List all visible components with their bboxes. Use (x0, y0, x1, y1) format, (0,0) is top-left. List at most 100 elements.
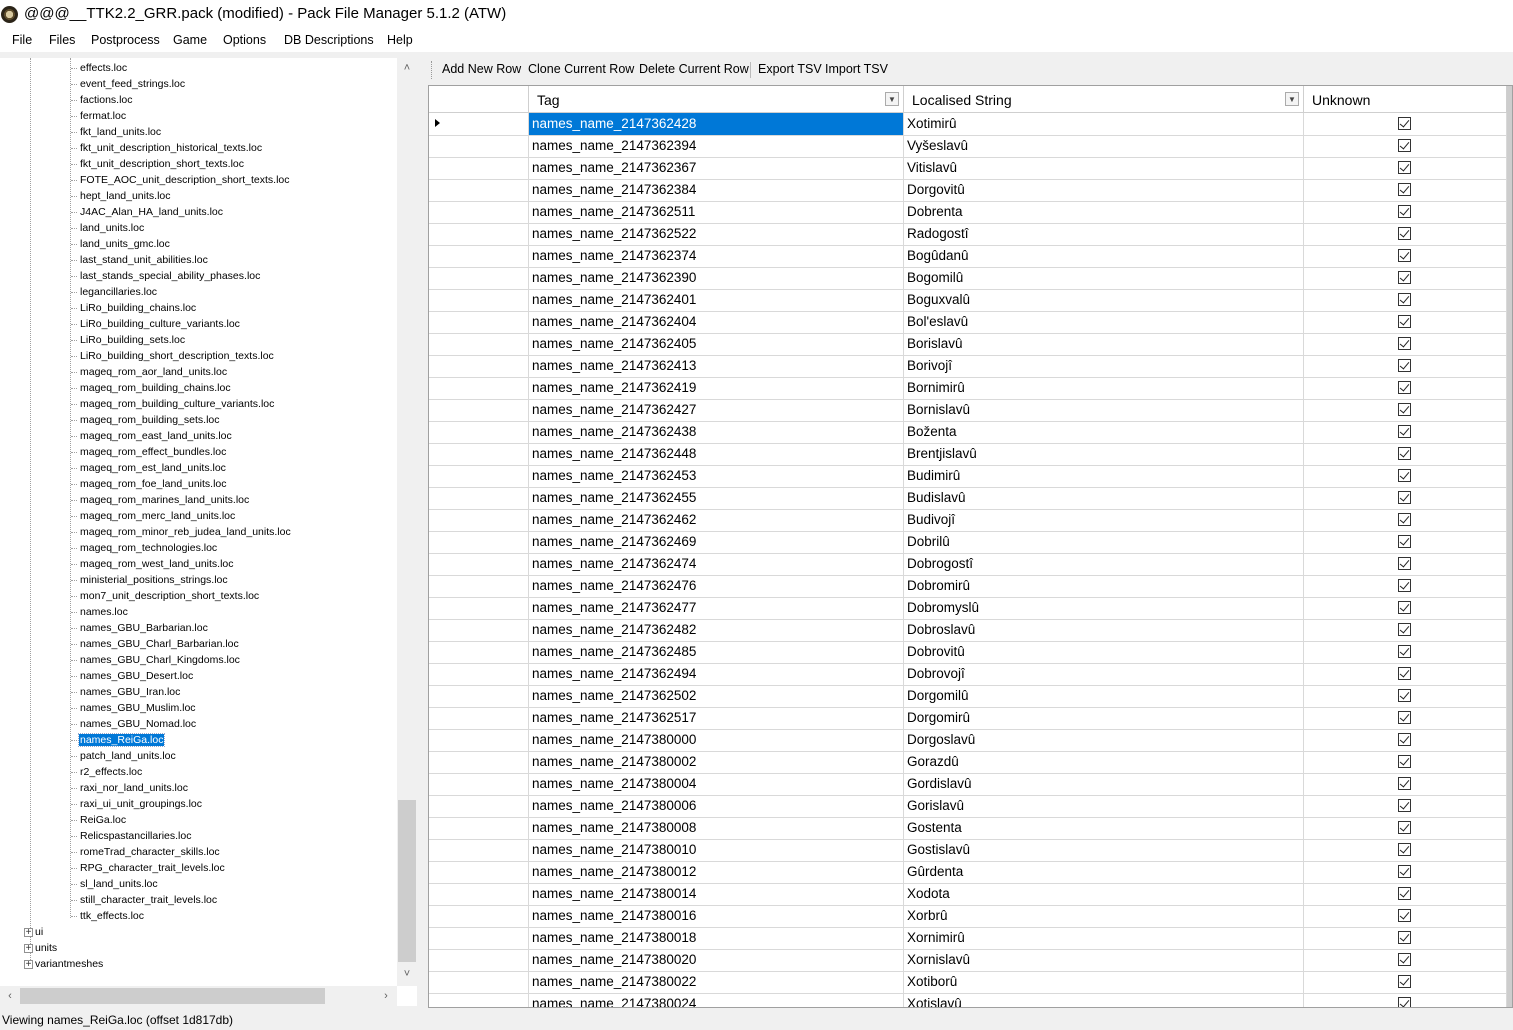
tree-file-item[interactable]: names_GBU_Nomad.loc (71, 716, 197, 732)
table-row[interactable]: names_name_2147362419 Bornimirû (429, 377, 1507, 400)
row-header[interactable] (429, 905, 529, 927)
tag-cell[interactable]: names_name_2147362401 (529, 289, 904, 311)
unknown-checkbox[interactable] (1398, 711, 1411, 724)
tree-file-item[interactable]: fkt_unit_description_historical_texts.lo… (71, 140, 263, 156)
row-header[interactable] (429, 421, 529, 443)
row-header[interactable] (429, 685, 529, 707)
localised-string-cell[interactable]: Gorazdû (904, 751, 1304, 773)
row-header-corner[interactable] (429, 86, 529, 112)
unknown-checkbox[interactable] (1398, 139, 1411, 152)
table-row[interactable]: names_name_2147362367 Vitislavû (429, 157, 1507, 180)
localised-string-cell[interactable]: Budivojî (904, 509, 1304, 531)
localised-string-cell[interactable]: Gostenta (904, 817, 1304, 839)
tree-file-item[interactable]: mageq_rom_est_land_units.loc (71, 460, 227, 476)
table-row[interactable]: names_name_2147362427 Bornislavû (429, 399, 1507, 422)
tree-file-item[interactable]: r2_effects.loc (71, 764, 143, 780)
tree-file-item[interactable]: Relicspastancillaries.loc (71, 828, 192, 844)
unknown-checkbox[interactable] (1398, 447, 1411, 460)
row-header[interactable] (429, 311, 529, 333)
table-row[interactable]: names_name_2147362390 Bogomilû (429, 267, 1507, 290)
unknown-cell[interactable] (1304, 179, 1507, 201)
localised-string-cell[interactable]: Brentjislavû (904, 443, 1304, 465)
row-header[interactable] (429, 861, 529, 883)
unknown-checkbox[interactable] (1398, 403, 1411, 416)
row-header[interactable] (429, 201, 529, 223)
unknown-cell[interactable] (1304, 993, 1507, 1007)
table-row[interactable]: names_name_2147380018 Xornimirû (429, 927, 1507, 950)
localised-string-cell[interactable]: Dobromirû (904, 575, 1304, 597)
table-row[interactable]: names_name_2147380020 Xornislavû (429, 949, 1507, 972)
tree-file-item[interactable]: last_stands_special_ability_phases.loc (71, 268, 261, 284)
tree-file-item[interactable]: mageq_rom_building_sets.loc (71, 412, 221, 428)
tree-file-item[interactable]: mageq_rom_west_land_units.loc (71, 556, 235, 572)
tree-file-item[interactable]: ReiGa.loc (71, 812, 127, 828)
tag-cell[interactable]: names_name_2147362374 (529, 245, 904, 267)
table-row[interactable]: names_name_2147362494 Dobrovojî (429, 663, 1507, 686)
tag-cell[interactable]: names_name_2147380002 (529, 751, 904, 773)
localised-string-cell[interactable]: Dobrenta (904, 201, 1304, 223)
unknown-cell[interactable] (1304, 553, 1507, 575)
tree-file-item[interactable]: effects.loc (71, 60, 128, 76)
unknown-cell[interactable] (1304, 421, 1507, 443)
unknown-checkbox[interactable] (1398, 799, 1411, 812)
tree-file-item[interactable]: fkt_unit_description_short_texts.loc (71, 156, 245, 172)
tree-file-item[interactable]: still_character_trait_levels.loc (71, 892, 218, 908)
table-row[interactable]: names_name_2147380010 Gostislavû (429, 839, 1507, 862)
unknown-cell[interactable] (1304, 575, 1507, 597)
column-header-tag[interactable]: Tag ▼ (529, 86, 904, 112)
unknown-checkbox[interactable] (1398, 227, 1411, 240)
localised-string-cell[interactable]: Bol'eslavû (904, 311, 1304, 333)
table-row[interactable]: names_name_2147362522 Radogostî (429, 223, 1507, 246)
tag-cell[interactable]: names_name_2147362438 (529, 421, 904, 443)
table-row[interactable]: names_name_2147362404 Bol'eslavû (429, 311, 1507, 334)
localised-string-cell[interactable]: Borislavû (904, 333, 1304, 355)
menu-files[interactable]: Files (49, 33, 75, 47)
unknown-cell[interactable] (1304, 135, 1507, 157)
tree-file-item[interactable]: RPG_character_trait_levels.loc (71, 860, 226, 876)
tag-cell[interactable]: names_name_2147362522 (529, 223, 904, 245)
row-header[interactable] (429, 641, 529, 663)
unknown-cell[interactable] (1304, 377, 1507, 399)
table-row[interactable]: names_name_2147380000 Dorgoslavû (429, 729, 1507, 752)
unknown-checkbox[interactable] (1398, 381, 1411, 394)
unknown-cell[interactable] (1304, 729, 1507, 751)
tag-cell[interactable]: names_name_2147380016 (529, 905, 904, 927)
tree-file-item[interactable]: names_GBU_Muslim.loc (71, 700, 197, 716)
unknown-checkbox[interactable] (1398, 249, 1411, 262)
row-header[interactable] (429, 531, 529, 553)
table-row[interactable]: names_name_2147362438 Boženta (429, 421, 1507, 444)
column-header-unknown[interactable]: Unknown (1304, 86, 1507, 112)
tag-cell[interactable]: names_name_2147362404 (529, 311, 904, 333)
unknown-cell[interactable] (1304, 201, 1507, 223)
table-row[interactable]: names_name_2147380002 Gorazdû (429, 751, 1507, 774)
unknown-checkbox[interactable] (1398, 667, 1411, 680)
tree-file-item[interactable]: FOTE_AOC_unit_description_short_texts.lo… (71, 172, 291, 188)
tree-file-item[interactable]: mageq_rom_effect_bundles.loc (71, 444, 227, 460)
localised-string-cell[interactable]: Dobromyslû (904, 597, 1304, 619)
tree-file-item[interactable]: ttk_effects.loc (71, 908, 145, 924)
localised-string-cell[interactable]: Vyšeslavû (904, 135, 1304, 157)
tree-file-item[interactable]: names_ReiGa.loc (71, 732, 166, 748)
tree-file-item[interactable]: last_stand_unit_abilities.loc (71, 252, 209, 268)
tag-cell[interactable]: names_name_2147380012 (529, 861, 904, 883)
table-row[interactable]: names_name_2147362511 Dobrenta (429, 201, 1507, 224)
tree-file-item[interactable]: names.loc (71, 604, 129, 620)
table-row[interactable]: names_name_2147362502 Dorgomilû (429, 685, 1507, 708)
tree-file-item[interactable]: names_GBU_Charl_Barbarian.loc (71, 636, 240, 652)
unknown-checkbox[interactable] (1398, 909, 1411, 922)
tree-file-item[interactable]: LiRo_building_chains.loc (71, 300, 197, 316)
localised-string-cell[interactable]: Gorislavû (904, 795, 1304, 817)
table-row[interactable]: names_name_2147362384 Dorgovitû (429, 179, 1507, 202)
tag-cell[interactable]: names_name_2147380000 (529, 729, 904, 751)
tag-cell[interactable]: names_name_2147362367 (529, 157, 904, 179)
add-new-row-button[interactable]: Add New Row (442, 62, 521, 76)
localised-string-cell[interactable]: Dorgovitû (904, 179, 1304, 201)
unknown-checkbox[interactable] (1398, 513, 1411, 526)
localised-string-cell[interactable]: Budimirû (904, 465, 1304, 487)
row-header[interactable] (429, 597, 529, 619)
row-header[interactable] (429, 267, 529, 289)
row-header[interactable] (429, 795, 529, 817)
unknown-cell[interactable] (1304, 971, 1507, 993)
unknown-checkbox[interactable] (1398, 975, 1411, 988)
localised-string-cell[interactable]: Dobrilû (904, 531, 1304, 553)
